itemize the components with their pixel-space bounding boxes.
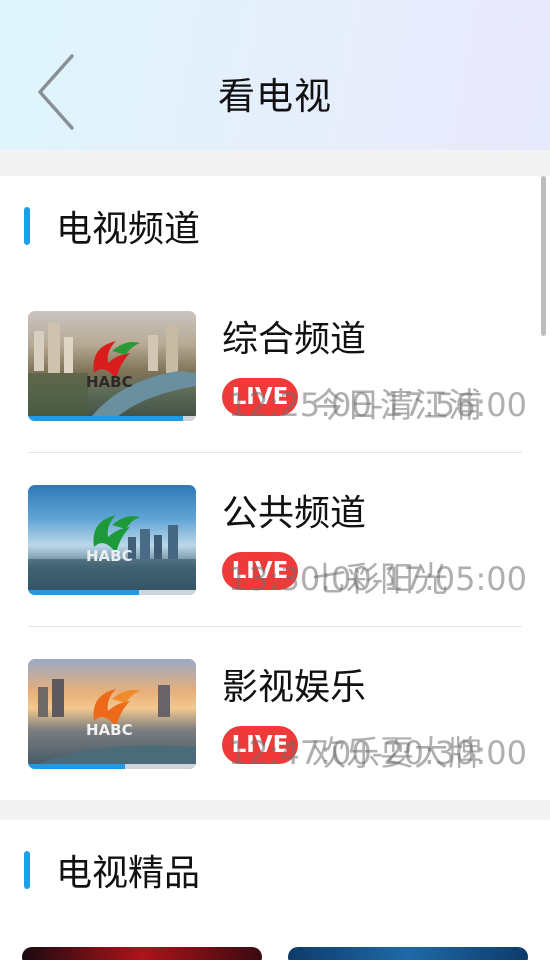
progress-bar <box>28 764 126 769</box>
tv-featured-card: 电视精品 <box>0 820 550 960</box>
logo-text: HABC <box>86 547 133 565</box>
scrollbar[interactable] <box>541 176 546 336</box>
section-header-channels: 电视频道 <box>24 206 200 250</box>
channel-name: 影视娱乐 <box>222 667 367 708</box>
divider <box>28 626 522 627</box>
section-header-featured: 电视精品 <box>24 850 200 894</box>
channel-row[interactable]: HABC 公共频道 LIVE 13:30:00-17:05:00 七彩阳光 <box>0 456 550 630</box>
logo-text: HABC <box>86 373 133 391</box>
channel-name: 公共频道 <box>222 493 367 534</box>
logo-text: HABC <box>86 721 133 739</box>
page-title: 看电视 <box>218 75 332 118</box>
channel-thumbnail[interactable]: HABC <box>28 311 196 421</box>
section-title: 电视精品 <box>56 853 201 894</box>
progress-bar <box>28 416 183 421</box>
program-title: 七彩阳光 <box>312 560 448 600</box>
channel-name: 综合频道 <box>222 319 367 360</box>
featured-item-thumbnail[interactable] <box>22 947 262 960</box>
featured-item-thumbnail[interactable] <box>288 947 528 960</box>
channel-row[interactable]: HABC 影视娱乐 LIVE 12:47:00-20:30:00 欢乐耍大牌 <box>0 630 550 804</box>
channel-thumbnail[interactable]: HABC <box>28 485 196 595</box>
tv-channels-card: 电视频道 HABC 综合频道 LIVE 12:25:00-17:56:00 今日… <box>0 176 550 800</box>
section-accent-bar <box>24 851 30 889</box>
top-bar: 看电视 <box>0 0 550 150</box>
program-title: 今日清江浦 <box>312 386 482 426</box>
section-accent-bar <box>24 207 30 245</box>
section-title: 电视频道 <box>56 209 201 250</box>
progress-bar <box>28 590 139 595</box>
channel-row[interactable]: HABC 综合频道 LIVE 12:25:00-17:56:00 今日清江浦 <box>0 282 550 456</box>
divider <box>28 452 522 453</box>
channel-thumbnail[interactable]: HABC <box>28 659 196 769</box>
program-title: 欢乐耍大牌 <box>312 734 482 774</box>
